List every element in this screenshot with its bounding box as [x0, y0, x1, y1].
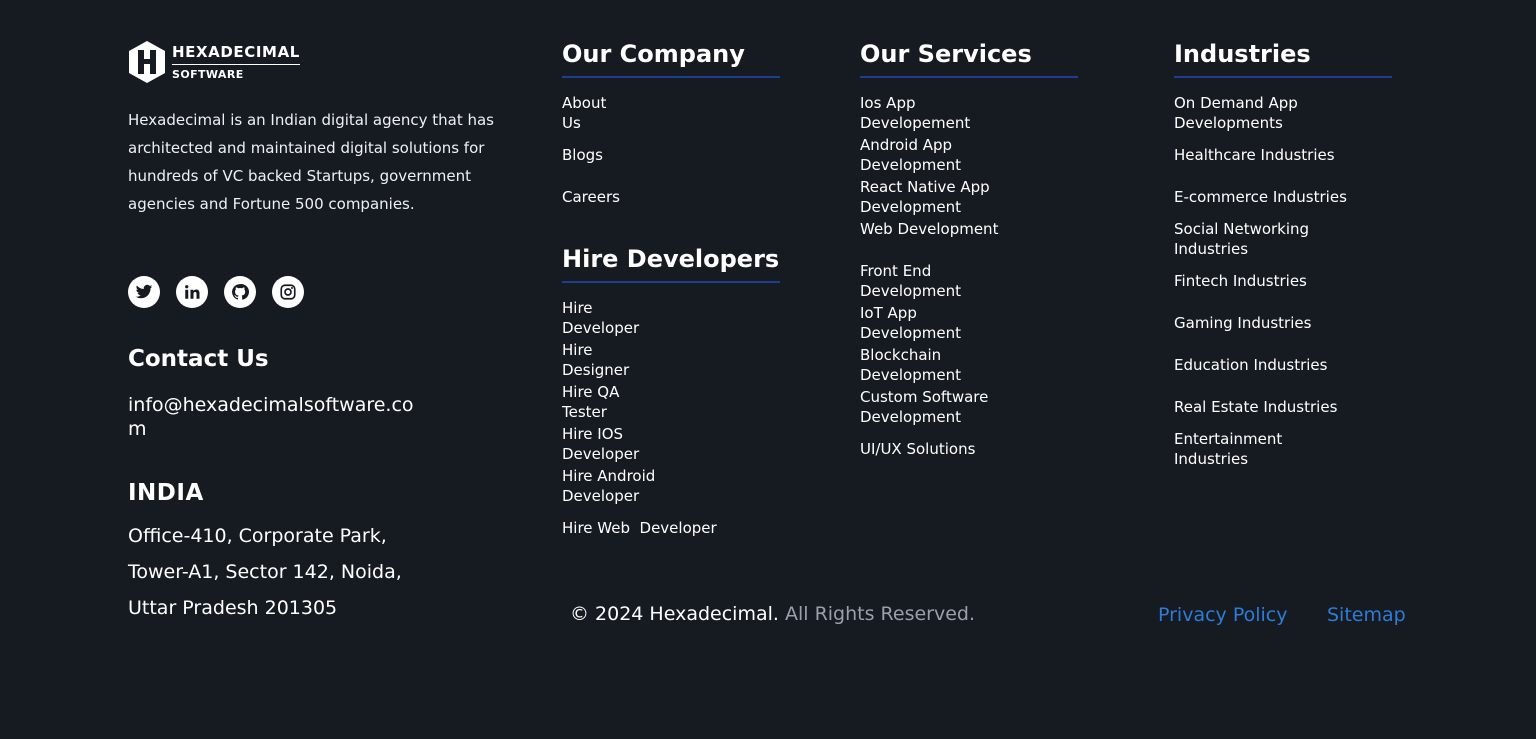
hire-developers-heading: Hire Developers: [562, 245, 780, 283]
sitemap-link[interactable]: Sitemap: [1327, 604, 1406, 626]
fintech-industry-link[interactable]: Fintech Industries: [1174, 271, 1307, 291]
front-end-dev-link[interactable]: Front End Development: [860, 261, 1000, 301]
company-description: Hexadecimal is an Indian digital agency …: [128, 111, 494, 213]
our-services-heading: Our Services: [860, 40, 1078, 78]
blogs-link[interactable]: Blogs: [562, 145, 603, 165]
ecommerce-industry-link[interactable]: E-commerce Industries: [1174, 187, 1347, 207]
copyright-text: © 2024 Hexadecimal.: [570, 603, 779, 625]
react-native-dev-link[interactable]: React Native App Development: [860, 177, 1010, 217]
contact-title: Contact Us: [128, 346, 269, 372]
social-links: [128, 276, 304, 308]
blockchain-dev-link[interactable]: Blockchain Development: [860, 345, 1000, 385]
web-dev-link[interactable]: Web Development: [860, 219, 1000, 239]
healthcare-industry-link[interactable]: Healthcare Industries: [1174, 145, 1335, 165]
instagram-link[interactable]: [272, 276, 304, 308]
site-footer: HEXADECIMAL SOFTWARE Hexadecimal is an I…: [0, 0, 1536, 739]
rights-text: All Rights Reserved.: [784, 603, 976, 625]
our-company-heading: Our Company: [562, 40, 780, 78]
twitter-link[interactable]: [128, 276, 160, 308]
logo-subtitle: SOFTWARE: [172, 67, 244, 81]
industries-heading: Industries: [1174, 40, 1392, 78]
android-app-dev-link[interactable]: Android App Development: [860, 135, 1000, 175]
uiux-solutions-link[interactable]: UI/UX Solutions: [860, 439, 975, 459]
office-address: Office-410, Corporate Park, Tower-A1, Se…: [128, 525, 402, 619]
hexagon-h-logo-icon: [129, 41, 165, 83]
hire-qa-tester-link[interactable]: Hire QA Tester: [562, 382, 657, 422]
office-country: INDIA: [128, 480, 204, 506]
hire-web-developer-link[interactable]: Hire Web Developer: [562, 518, 717, 538]
github-link[interactable]: [224, 276, 256, 308]
hire-designer-link[interactable]: Hire Designer: [562, 340, 657, 380]
twitter-icon: [135, 284, 153, 299]
ios-app-dev-link[interactable]: Ios App Developement: [860, 93, 1000, 133]
hire-ios-developer-link[interactable]: Hire IOS Developer: [562, 424, 657, 464]
education-industry-link[interactable]: Education Industries: [1174, 355, 1327, 375]
iot-app-dev-link[interactable]: IoT App Development: [860, 303, 1000, 343]
copyright-notice: © 2024 Hexadecimal. All Rights Reserved.: [570, 603, 975, 625]
instagram-icon: [280, 284, 296, 300]
on-demand-industry-link[interactable]: On Demand App Developments: [1174, 93, 1324, 133]
github-icon: [232, 284, 249, 300]
logo-name: HEXADECIMAL: [172, 44, 300, 65]
entertainment-industry-link[interactable]: Entertainment Industries: [1174, 429, 1314, 469]
careers-link[interactable]: Careers: [562, 187, 620, 207]
gaming-industry-link[interactable]: Gaming Industries: [1174, 313, 1311, 333]
linkedin-icon: [185, 285, 200, 299]
privacy-policy-link[interactable]: Privacy Policy: [1158, 604, 1287, 626]
contact-email-link[interactable]: info@hexadecimalsoftware.com: [128, 393, 418, 441]
social-networking-industry-link[interactable]: Social Networking Industries: [1174, 219, 1334, 259]
hire-android-developer-link[interactable]: Hire Android Developer: [562, 466, 682, 506]
brand-logo[interactable]: HEXADECIMAL SOFTWARE: [128, 40, 300, 84]
real-estate-industry-link[interactable]: Real Estate Industries: [1174, 397, 1337, 417]
logo-text: HEXADECIMAL SOFTWARE: [172, 44, 300, 81]
linkedin-link[interactable]: [176, 276, 208, 308]
about-us-link[interactable]: About Us: [562, 93, 622, 133]
custom-software-dev-link[interactable]: Custom Software Development: [860, 387, 1010, 427]
hire-developer-link[interactable]: Hire Developer: [562, 298, 657, 338]
